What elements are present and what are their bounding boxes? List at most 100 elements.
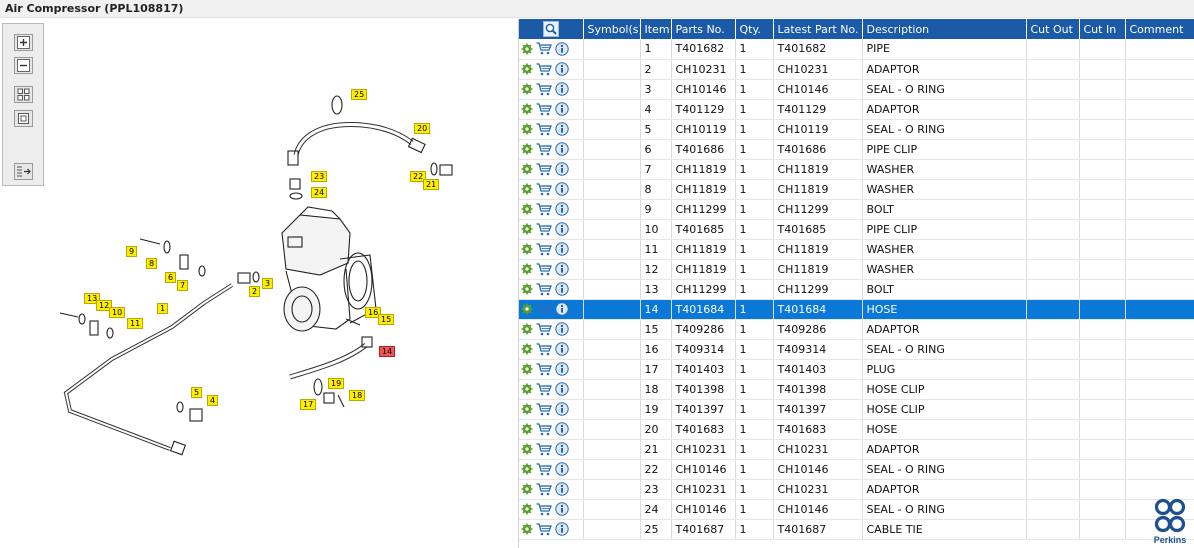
- search-icon[interactable]: [542, 21, 559, 37]
- callout-4[interactable]: 4: [207, 395, 219, 406]
- info-icon[interactable]: [555, 422, 569, 436]
- table-row[interactable]: 6 T401686 1 T401686 PIPE CLIP: [519, 139, 1194, 160]
- table-row[interactable]: 14 T401684 1 T401684 HOSE: [519, 299, 1194, 320]
- callout-3[interactable]: 3: [262, 278, 274, 289]
- cart-icon[interactable]: [536, 62, 552, 76]
- col-cut-out[interactable]: Cut Out: [1026, 19, 1080, 39]
- col-comment[interactable]: Comment: [1125, 19, 1194, 39]
- configure-icon[interactable]: [521, 143, 533, 155]
- callout-1[interactable]: 1: [157, 303, 169, 314]
- callout-11[interactable]: 11: [127, 318, 144, 329]
- configure-icon[interactable]: [521, 183, 533, 195]
- table-row[interactable]: 23 CH10231 1 CH10231 ADAPTOR: [519, 479, 1194, 500]
- configure-icon[interactable]: [521, 483, 533, 495]
- configure-icon[interactable]: [521, 123, 533, 135]
- callout-15[interactable]: 15: [378, 314, 395, 325]
- callout-5[interactable]: 5: [191, 387, 203, 398]
- configure-icon[interactable]: [521, 103, 533, 115]
- callout-6[interactable]: 6: [165, 272, 177, 283]
- cart-icon[interactable]: [536, 102, 552, 116]
- info-icon[interactable]: [555, 262, 569, 276]
- cart-icon[interactable]: [536, 122, 552, 136]
- table-row[interactable]: 5 CH10119 1 CH10119 SEAL - O RING: [519, 119, 1194, 140]
- search-column-header[interactable]: [519, 19, 584, 39]
- cart-icon[interactable]: [536, 42, 552, 55]
- cart-icon[interactable]: [536, 462, 552, 476]
- configure-icon[interactable]: [521, 463, 533, 475]
- cart-icon[interactable]: [536, 82, 552, 96]
- info-icon[interactable]: [555, 502, 569, 516]
- info-icon[interactable]: [555, 302, 569, 316]
- configure-icon[interactable]: [521, 243, 533, 255]
- callout-25[interactable]: 25: [351, 89, 368, 100]
- col-parts-no[interactable]: Parts No.: [671, 19, 736, 39]
- callout-24[interactable]: 24: [311, 187, 328, 198]
- configure-icon[interactable]: [521, 403, 533, 415]
- table-row[interactable]: 12 CH11819 1 CH11819 WASHER: [519, 259, 1194, 280]
- cart-icon[interactable]: [536, 402, 552, 416]
- cart-icon[interactable]: [536, 482, 552, 496]
- configure-icon[interactable]: [521, 203, 533, 215]
- table-row[interactable]: 18 T401398 1 T401398 HOSE CLIP: [519, 379, 1194, 400]
- callout-20[interactable]: 20: [414, 123, 431, 134]
- table-row[interactable]: 7 CH11819 1 CH11819 WASHER: [519, 159, 1194, 180]
- configure-icon[interactable]: [521, 83, 533, 95]
- callout-19[interactable]: 19: [328, 378, 345, 389]
- info-icon[interactable]: [555, 222, 569, 236]
- table-row[interactable]: 24 CH10146 1 CH10146 SEAL - O RING: [519, 499, 1194, 520]
- configure-icon[interactable]: [521, 63, 533, 75]
- cart-icon[interactable]: [536, 342, 552, 356]
- cart-icon[interactable]: [536, 142, 552, 156]
- configure-icon[interactable]: [521, 163, 533, 175]
- cart-icon[interactable]: [536, 522, 552, 536]
- col-item[interactable]: Item: [640, 19, 672, 39]
- cart-icon[interactable]: [536, 222, 552, 236]
- table-row[interactable]: 25 T401687 1 T401687 CABLE TIE: [519, 519, 1194, 540]
- cart-icon[interactable]: [536, 442, 552, 456]
- info-icon[interactable]: [555, 462, 569, 476]
- table-row[interactable]: 17 T401403 1 T401403 PLUG: [519, 359, 1194, 380]
- info-icon[interactable]: [555, 142, 569, 156]
- configure-icon[interactable]: [521, 523, 533, 535]
- table-row[interactable]: 8 CH11819 1 CH11819 WASHER: [519, 179, 1194, 200]
- configure-icon[interactable]: [521, 503, 533, 515]
- cart-icon[interactable]: [536, 302, 552, 316]
- configure-icon[interactable]: [521, 383, 533, 395]
- info-icon[interactable]: [555, 242, 569, 256]
- info-icon[interactable]: [555, 102, 569, 116]
- col-symbols[interactable]: Symbol(s): [583, 19, 641, 39]
- table-row[interactable]: 19 T401397 1 T401397 HOSE CLIP: [519, 399, 1194, 420]
- info-icon[interactable]: [555, 442, 569, 456]
- cart-icon[interactable]: [536, 282, 552, 296]
- table-row[interactable]: 11 CH11819 1 CH11819 WASHER: [519, 239, 1194, 260]
- col-qty[interactable]: Qty.: [735, 19, 774, 39]
- cart-icon[interactable]: [536, 242, 552, 256]
- configure-icon[interactable]: [521, 223, 533, 235]
- col-cut-in[interactable]: Cut In: [1079, 19, 1126, 39]
- info-icon[interactable]: [555, 382, 569, 396]
- cart-icon[interactable]: [536, 162, 552, 176]
- table-row[interactable]: 21 CH10231 1 CH10231 ADAPTOR: [519, 439, 1194, 460]
- info-icon[interactable]: [555, 362, 569, 376]
- table-row[interactable]: 4 T401129 1 T401129 ADAPTOR: [519, 99, 1194, 120]
- callout-8[interactable]: 8: [146, 258, 158, 269]
- configure-icon[interactable]: [521, 343, 533, 355]
- callout-18[interactable]: 18: [349, 390, 366, 401]
- info-icon[interactable]: [555, 402, 569, 416]
- table-row[interactable]: 1 T401682 1 T401682 PIPE: [519, 39, 1194, 60]
- info-icon[interactable]: [555, 122, 569, 136]
- callout-14[interactable]: 14: [379, 346, 396, 357]
- cart-icon[interactable]: [536, 322, 552, 336]
- callout-23[interactable]: 23: [311, 171, 328, 182]
- info-icon[interactable]: [555, 162, 569, 176]
- info-icon[interactable]: [555, 522, 569, 536]
- table-row[interactable]: 3 CH10146 1 CH10146 SEAL - O RING: [519, 79, 1194, 100]
- table-row[interactable]: 2 CH10231 1 CH10231 ADAPTOR: [519, 59, 1194, 80]
- info-icon[interactable]: [555, 202, 569, 216]
- table-row[interactable]: 15 T409286 1 T409286 ADAPTOR: [519, 319, 1194, 340]
- callout-17[interactable]: 17: [300, 399, 317, 410]
- info-icon[interactable]: [555, 82, 569, 96]
- table-row[interactable]: 9 CH11299 1 CH11299 BOLT: [519, 199, 1194, 220]
- callout-7[interactable]: 7: [177, 280, 189, 291]
- configure-icon[interactable]: [521, 303, 533, 315]
